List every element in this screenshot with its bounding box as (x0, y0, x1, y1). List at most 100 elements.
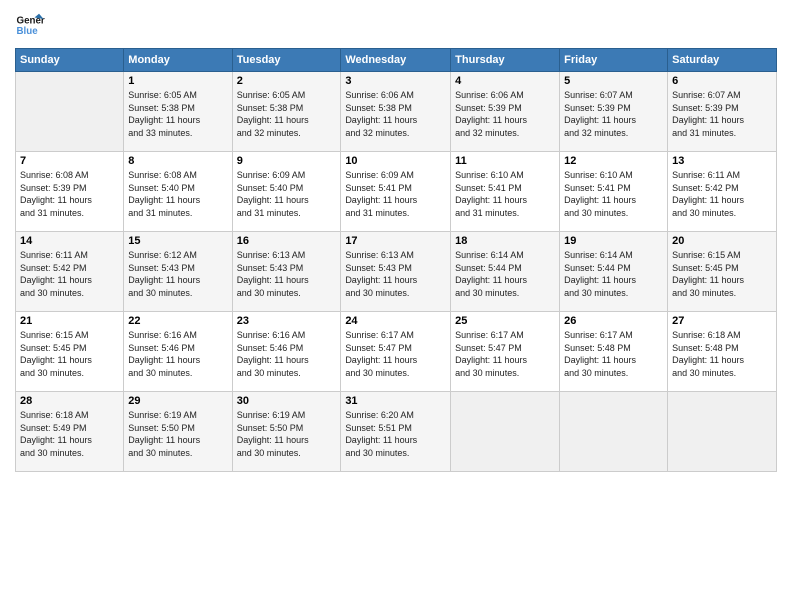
day-number: 15 (128, 235, 227, 247)
calendar-week-row: 21 Sunrise: 6:15 AM Sunset: 5:45 PM Dayli… (16, 312, 777, 392)
day-number: 2 (237, 75, 337, 87)
day-info: Sunrise: 6:16 AM Sunset: 5:46 PM Dayligh… (237, 329, 337, 379)
day-info: Sunrise: 6:06 AM Sunset: 5:39 PM Dayligh… (455, 89, 555, 139)
day-header: Wednesday (341, 49, 451, 72)
day-number: 17 (345, 235, 446, 247)
day-number: 21 (20, 315, 119, 327)
day-number: 8 (128, 155, 227, 167)
calendar-cell: 6 Sunrise: 6:07 AM Sunset: 5:39 PM Daylig… (668, 72, 777, 152)
calendar-cell: 25 Sunrise: 6:17 AM Sunset: 5:47 PM Dayli… (451, 312, 560, 392)
day-info: Sunrise: 6:19 AM Sunset: 5:50 PM Dayligh… (128, 409, 227, 459)
day-number: 30 (237, 395, 337, 407)
day-info: Sunrise: 6:08 AM Sunset: 5:40 PM Dayligh… (128, 169, 227, 219)
day-info: Sunrise: 6:10 AM Sunset: 5:41 PM Dayligh… (564, 169, 663, 219)
calendar-cell: 12 Sunrise: 6:10 AM Sunset: 5:41 PM Dayli… (560, 152, 668, 232)
day-number: 14 (20, 235, 119, 247)
calendar-cell: 14 Sunrise: 6:11 AM Sunset: 5:42 PM Dayli… (16, 232, 124, 312)
day-number: 26 (564, 315, 663, 327)
calendar-cell: 4 Sunrise: 6:06 AM Sunset: 5:39 PM Daylig… (451, 72, 560, 152)
calendar-cell (668, 392, 777, 472)
day-number: 31 (345, 395, 446, 407)
day-info: Sunrise: 6:17 AM Sunset: 5:48 PM Dayligh… (564, 329, 663, 379)
day-number: 28 (20, 395, 119, 407)
day-number: 13 (672, 155, 772, 167)
day-number: 29 (128, 395, 227, 407)
calendar-cell: 10 Sunrise: 6:09 AM Sunset: 5:41 PM Dayli… (341, 152, 451, 232)
calendar-cell: 27 Sunrise: 6:18 AM Sunset: 5:48 PM Dayli… (668, 312, 777, 392)
calendar-cell: 26 Sunrise: 6:17 AM Sunset: 5:48 PM Dayli… (560, 312, 668, 392)
calendar-cell (560, 392, 668, 472)
day-number: 12 (564, 155, 663, 167)
calendar-week-row: 7Sunrise: 6:08 AM Sunset: 5:39 PM Daylig… (16, 152, 777, 232)
day-number: 27 (672, 315, 772, 327)
calendar-cell: 29 Sunrise: 6:19 AM Sunset: 5:50 PM Dayli… (124, 392, 232, 472)
calendar-cell: 16Sunrise: 6:13 AM Sunset: 5:43 PM Dayli… (232, 232, 341, 312)
day-number: 25 (455, 315, 555, 327)
day-number: 24 (345, 315, 446, 327)
day-info: Sunrise: 6:18 AM Sunset: 5:49 PM Dayligh… (20, 409, 119, 459)
page: General Blue SundayMondayTuesdayWednesda… (0, 0, 792, 612)
day-info: Sunrise: 6:05 AM Sunset: 5:38 PM Dayligh… (237, 89, 337, 139)
calendar-cell: 5 Sunrise: 6:07 AM Sunset: 5:39 PM Daylig… (560, 72, 668, 152)
day-info: Sunrise: 6:15 AM Sunset: 5:45 PM Dayligh… (20, 329, 119, 379)
calendar-week-row: 28 Sunrise: 6:18 AM Sunset: 5:49 PM Dayli… (16, 392, 777, 472)
day-header: Friday (560, 49, 668, 72)
header-row: SundayMondayTuesdayWednesdayThursdayFrid… (16, 49, 777, 72)
svg-text:Blue: Blue (17, 26, 39, 37)
day-number: 6 (672, 75, 772, 87)
day-info: Sunrise: 6:11 AM Sunset: 5:42 PM Dayligh… (672, 169, 772, 219)
day-info: Sunrise: 6:18 AM Sunset: 5:48 PM Dayligh… (672, 329, 772, 379)
calendar-cell: 13 Sunrise: 6:11 AM Sunset: 5:42 PM Dayli… (668, 152, 777, 232)
calendar-cell: 9Sunrise: 6:09 AM Sunset: 5:40 PM Daylig… (232, 152, 341, 232)
logo: General Blue (15, 10, 39, 40)
day-number: 18 (455, 235, 555, 247)
day-info: Sunrise: 6:07 AM Sunset: 5:39 PM Dayligh… (564, 89, 663, 139)
day-number: 11 (455, 155, 555, 167)
day-info: Sunrise: 6:07 AM Sunset: 5:39 PM Dayligh… (672, 89, 772, 139)
day-info: Sunrise: 6:16 AM Sunset: 5:46 PM Dayligh… (128, 329, 227, 379)
day-header: Saturday (668, 49, 777, 72)
day-info: Sunrise: 6:14 AM Sunset: 5:44 PM Dayligh… (455, 249, 555, 299)
day-number: 23 (237, 315, 337, 327)
day-info: Sunrise: 6:13 AM Sunset: 5:43 PM Dayligh… (345, 249, 446, 299)
calendar-table: SundayMondayTuesdayWednesdayThursdayFrid… (15, 48, 777, 472)
calendar-cell: 11 Sunrise: 6:10 AM Sunset: 5:41 PM Dayli… (451, 152, 560, 232)
day-info: Sunrise: 6:15 AM Sunset: 5:45 PM Dayligh… (672, 249, 772, 299)
day-header: Thursday (451, 49, 560, 72)
calendar-cell: 15 Sunrise: 6:12 AM Sunset: 5:43 PM Dayli… (124, 232, 232, 312)
day-info: Sunrise: 6:14 AM Sunset: 5:44 PM Dayligh… (564, 249, 663, 299)
day-number: 4 (455, 75, 555, 87)
calendar-cell: 23 Sunrise: 6:16 AM Sunset: 5:46 PM Dayli… (232, 312, 341, 392)
calendar-cell (451, 392, 560, 472)
day-info: Sunrise: 6:17 AM Sunset: 5:47 PM Dayligh… (345, 329, 446, 379)
calendar-cell: 1 Sunrise: 6:05 AM Sunset: 5:38 PM Daylig… (124, 72, 232, 152)
day-info: Sunrise: 6:06 AM Sunset: 5:38 PM Dayligh… (345, 89, 446, 139)
day-info: Sunrise: 6:10 AM Sunset: 5:41 PM Dayligh… (455, 169, 555, 219)
day-info: Sunrise: 6:11 AM Sunset: 5:42 PM Dayligh… (20, 249, 119, 299)
calendar-week-row: 14 Sunrise: 6:11 AM Sunset: 5:42 PM Dayli… (16, 232, 777, 312)
calendar-cell: 24 Sunrise: 6:17 AM Sunset: 5:47 PM Dayli… (341, 312, 451, 392)
calendar-cell: 3 Sunrise: 6:06 AM Sunset: 5:38 PM Daylig… (341, 72, 451, 152)
day-number: 10 (345, 155, 446, 167)
day-info: Sunrise: 6:20 AM Sunset: 5:51 PM Dayligh… (345, 409, 446, 459)
calendar-cell: 18 Sunrise: 6:14 AM Sunset: 5:44 PM Dayli… (451, 232, 560, 312)
day-number: 5 (564, 75, 663, 87)
day-number: 3 (345, 75, 446, 87)
calendar-cell: 28 Sunrise: 6:18 AM Sunset: 5:49 PM Dayli… (16, 392, 124, 472)
calendar-cell: 19 Sunrise: 6:14 AM Sunset: 5:44 PM Dayli… (560, 232, 668, 312)
logo-icon: General Blue (15, 10, 45, 40)
day-info: Sunrise: 6:09 AM Sunset: 5:41 PM Dayligh… (345, 169, 446, 219)
calendar-cell: 8 Sunrise: 6:08 AM Sunset: 5:40 PM Daylig… (124, 152, 232, 232)
calendar-cell: 2 Sunrise: 6:05 AM Sunset: 5:38 PM Daylig… (232, 72, 341, 152)
calendar-cell: 22 Sunrise: 6:16 AM Sunset: 5:46 PM Dayli… (124, 312, 232, 392)
day-info: Sunrise: 6:12 AM Sunset: 5:43 PM Dayligh… (128, 249, 227, 299)
day-number: 16 (237, 235, 337, 247)
day-number: 19 (564, 235, 663, 247)
calendar-cell: 30Sunrise: 6:19 AM Sunset: 5:50 PM Dayli… (232, 392, 341, 472)
day-number: 22 (128, 315, 227, 327)
day-info: Sunrise: 6:05 AM Sunset: 5:38 PM Dayligh… (128, 89, 227, 139)
calendar-cell: 31 Sunrise: 6:20 AM Sunset: 5:51 PM Dayli… (341, 392, 451, 472)
day-number: 20 (672, 235, 772, 247)
day-number: 1 (128, 75, 227, 87)
day-info: Sunrise: 6:17 AM Sunset: 5:47 PM Dayligh… (455, 329, 555, 379)
